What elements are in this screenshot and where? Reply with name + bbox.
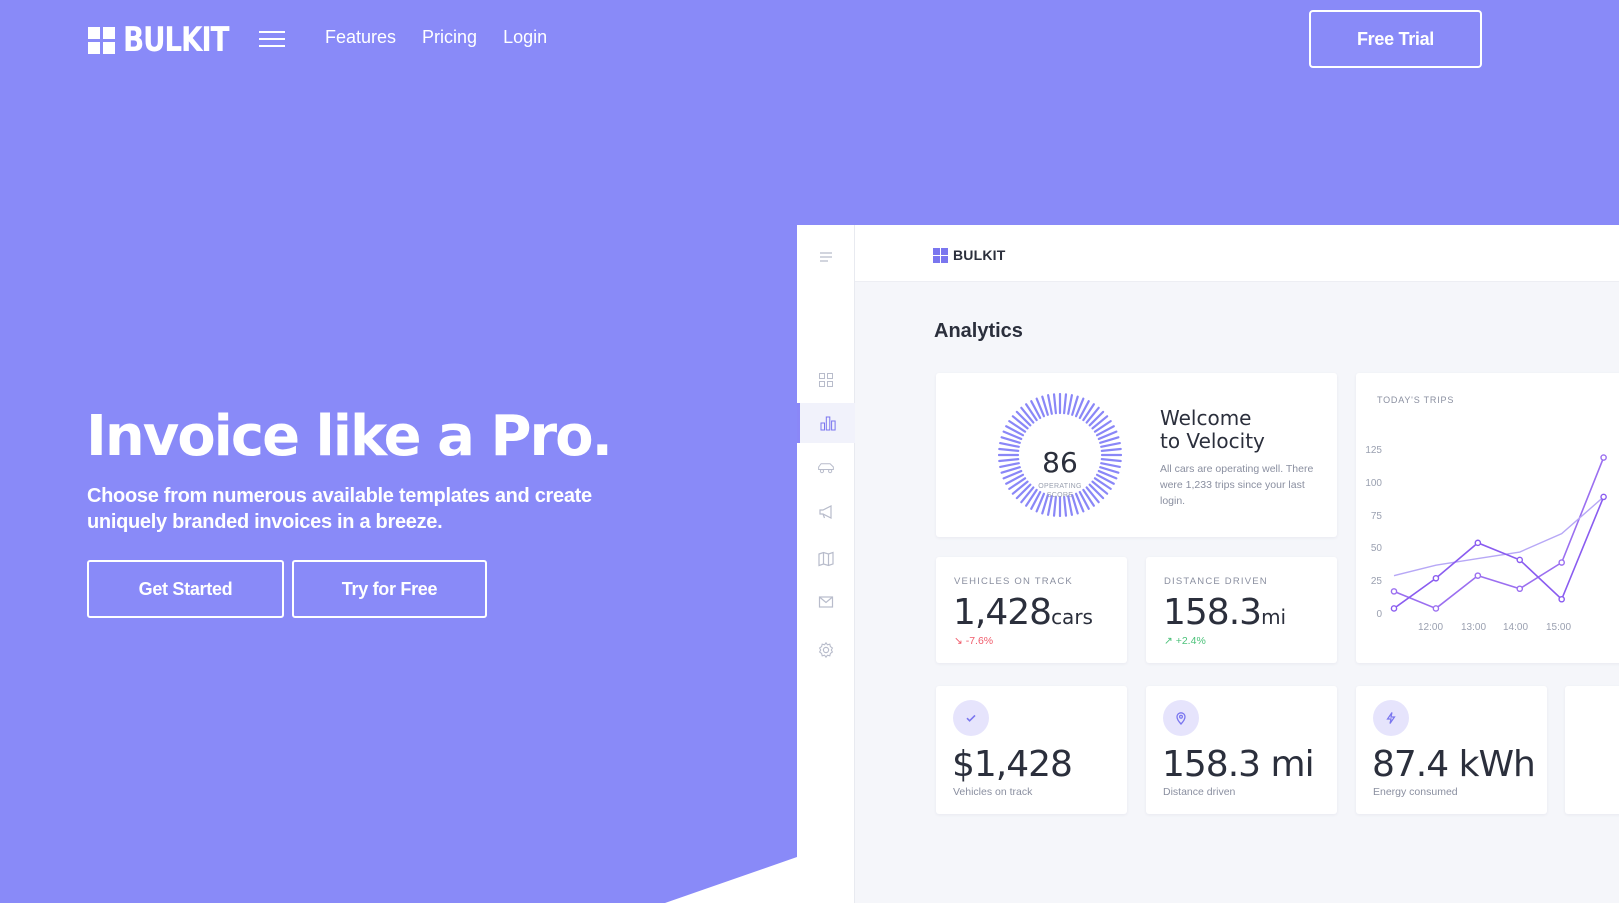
stat-label: Vehicles on track xyxy=(953,786,1033,798)
car-icon[interactable] xyxy=(797,447,855,487)
menu-icon[interactable] xyxy=(797,237,855,277)
stat-card-partial xyxy=(1565,686,1619,814)
trips-chart: 0 25 50 75 100 125 12:00 13:00 14:00 15:00 xyxy=(1356,373,1619,663)
bar-chart-icon[interactable] xyxy=(797,403,855,443)
top-navigation: BULKIT Features Pricing Login Free Trial xyxy=(0,0,1619,80)
data-point xyxy=(1432,574,1440,582)
hamburger-menu-icon[interactable] xyxy=(259,30,285,48)
data-point xyxy=(1390,605,1398,612)
gauge-tick xyxy=(1067,394,1074,415)
vehicles-label: VEHICLES ON TRACK xyxy=(954,576,1073,587)
lightning-icon xyxy=(1373,700,1409,736)
stat-card-revenue: $1,428 Vehicles on track xyxy=(936,686,1127,814)
check-icon xyxy=(953,700,989,736)
distance-value: 158.3mi xyxy=(1163,592,1287,633)
stat-label: Energy consumed xyxy=(1373,786,1458,798)
mail-icon[interactable] xyxy=(797,582,855,622)
nav-links: Features Pricing Login xyxy=(325,27,547,48)
data-point xyxy=(1474,539,1482,547)
stat-label: Distance driven xyxy=(1163,786,1236,798)
data-point xyxy=(1600,493,1607,501)
vehicles-on-track-card: VEHICLES ON TRACK 1,428cars ↘ -7.6% xyxy=(936,557,1127,663)
logo-grid-icon xyxy=(88,26,115,54)
hero-subtitle: Choose from numerous available templates… xyxy=(87,485,592,533)
brand-logo[interactable]: BULKIT xyxy=(88,22,251,58)
dashboard-brand-name: BULKIT xyxy=(953,247,1006,263)
map-icon[interactable] xyxy=(797,539,855,579)
welcome-card: 86 OPERATING SCORE Welcome to Velocity A… xyxy=(936,373,1337,537)
distance-label: DISTANCE DRIVEN xyxy=(1164,576,1268,587)
gauge-tick xyxy=(1046,394,1053,415)
gauge-tick xyxy=(1088,410,1105,427)
data-point xyxy=(1474,572,1482,579)
welcome-text: All cars are operating well. There were … xyxy=(1160,463,1314,507)
try-for-free-button[interactable]: Try for Free xyxy=(292,560,487,618)
dashboard-logo-grid-icon xyxy=(933,247,948,263)
brand-name: BULKIT xyxy=(123,20,230,60)
nav-link-login[interactable]: Login xyxy=(503,27,547,48)
dashboard-preview: BULKIT Analytics 86 OPERATING SCORE Welc… xyxy=(797,225,1619,903)
vehicles-delta: ↘ -7.6% xyxy=(954,635,994,647)
welcome-title: Welcome to Velocity xyxy=(1160,406,1265,453)
trips-chart-svg xyxy=(1390,454,1607,612)
hero-title: Invoice like a Pro. xyxy=(86,404,613,469)
stat-value: $1,428 xyxy=(952,744,1073,785)
series-line xyxy=(1393,496,1605,610)
todays-trips-card: TODAY'S TRIPS 0 25 50 75 100 125 12:00 13:00 14:… xyxy=(1356,373,1619,663)
gauge-tick xyxy=(1052,393,1057,415)
operating-score-value: 86 xyxy=(1042,446,1078,479)
megaphone-icon[interactable] xyxy=(797,492,855,532)
gauge-tick xyxy=(1091,415,1109,430)
gauge-tick xyxy=(1063,393,1068,415)
nav-link-pricing[interactable]: Pricing xyxy=(422,27,477,48)
distance-delta: ↗ +2.4% xyxy=(1164,635,1206,647)
settings-icon[interactable] xyxy=(797,630,855,670)
stat-value: 87.4 kWh xyxy=(1372,744,1536,785)
dashboard-title: Analytics xyxy=(934,320,1023,342)
data-point xyxy=(1432,605,1440,612)
location-pin-icon xyxy=(1163,700,1199,736)
operating-score-label: OPERATING SCORE xyxy=(1038,483,1082,499)
data-point xyxy=(1600,454,1607,461)
data-point xyxy=(1516,585,1524,593)
grid-icon[interactable] xyxy=(797,360,855,400)
gauge-tick xyxy=(1020,406,1035,424)
operating-score-gauge: 86 OPERATING SCORE xyxy=(997,392,1123,518)
nav-link-features[interactable]: Features xyxy=(325,27,396,48)
data-point xyxy=(1390,588,1398,595)
stat-card-distance: 158.3 mi Distance driven xyxy=(1146,686,1337,814)
data-point xyxy=(1558,595,1565,603)
stat-card-energy: 87.4 kWh Energy consumed xyxy=(1356,686,1547,814)
stat-value: 158.3 mi xyxy=(1162,744,1315,785)
data-point xyxy=(1516,556,1524,564)
dashboard-logo[interactable]: BULKIT xyxy=(933,247,1006,263)
distance-driven-card: DISTANCE DRIVEN 158.3mi ↗ +2.4% xyxy=(1146,557,1337,663)
get-started-button[interactable]: Get Started xyxy=(87,560,284,618)
gauge-tick xyxy=(1015,410,1032,427)
data-point xyxy=(1558,559,1565,566)
gauge-tick xyxy=(1011,415,1029,430)
free-trial-button[interactable]: Free Trial xyxy=(1309,10,1482,68)
vehicles-value: 1,428cars xyxy=(953,592,1093,633)
dashboard-sidebar xyxy=(797,225,855,903)
gauge-tick xyxy=(1085,406,1100,424)
